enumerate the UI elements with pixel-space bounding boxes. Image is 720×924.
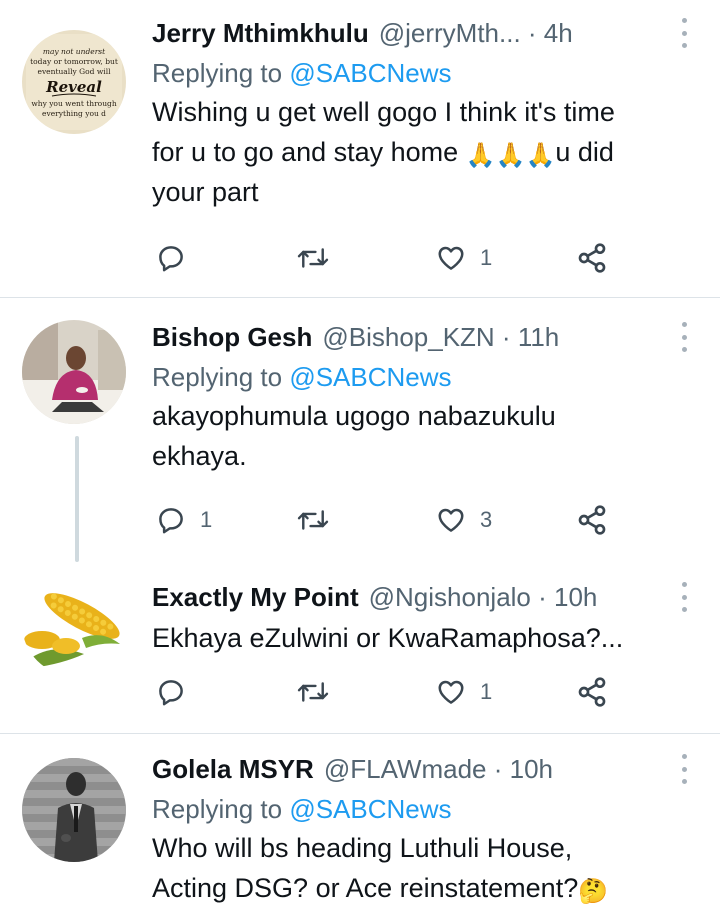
avatar[interactable] <box>22 320 126 424</box>
handle-and-time[interactable]: @Ngishonjalo · 10h <box>369 582 700 613</box>
folded-hands-emoji: 🙏🙏🙏 <box>465 142 556 169</box>
avatar-text-3: eventually God will <box>38 67 112 76</box>
avatar-text-5: why you went through <box>31 99 117 108</box>
tweet-text-line: Who will bs heading Luthuli House, <box>152 833 573 863</box>
like-count: 1 <box>480 245 493 270</box>
tweet-text-part: Acting DSG? or Ace reinstatement? <box>152 873 579 903</box>
tweet-exactly-my-point[interactable]: Exactly My Point @Ngishonjalo · 10h Ekha… <box>0 560 720 734</box>
tweet-text-line: your part <box>152 177 259 207</box>
avatar-text-4: Reveal <box>45 78 102 96</box>
avatar[interactable]: may not underst today or tomorrow, but e… <box>22 30 126 134</box>
thread-line <box>75 436 79 562</box>
tweet-text-part: u did <box>555 137 614 167</box>
heart-icon <box>438 246 464 270</box>
tweet-bishop[interactable]: Bishop Gesh @Bishop_KZN · 11h Replying t… <box>0 298 720 562</box>
tweet-header: Golela MSYR @FLAWmade · 10h <box>152 752 700 786</box>
tweet-actions: 1 3 <box>152 500 692 540</box>
retweet-button[interactable] <box>296 500 330 540</box>
avatar-text-6: everything you d <box>42 109 106 118</box>
reply-button[interactable] <box>156 672 186 712</box>
like-button[interactable]: 1 <box>436 238 492 278</box>
tweet-text-line: Ekhaya eZulwini or KwaRamaphosa?... <box>152 623 624 653</box>
like-count: 1 <box>480 679 493 704</box>
replying-to: Replying to @SABCNews <box>152 360 700 394</box>
tweet-text-line: Wishing u get well gogo I think it's tim… <box>152 97 615 127</box>
replying-prefix: Replying to <box>152 362 290 392</box>
more-icon[interactable] <box>680 582 688 612</box>
avatar[interactable] <box>22 758 126 862</box>
tweet-actions: 1 <box>152 238 692 278</box>
tweet-text: Who will bs heading Luthuli House, Actin… <box>152 828 700 908</box>
retweet-button[interactable] <box>296 238 330 278</box>
share-icon <box>578 677 606 707</box>
tweet-text-line: ekhaya. <box>152 441 247 471</box>
display-name[interactable]: Jerry Mthimkhulu <box>152 18 369 49</box>
replying-prefix: Replying to <box>152 58 290 88</box>
tweet-text-line: Acting DSG? or Ace reinstatement?🤔 <box>152 868 700 908</box>
tweet-text-line: akayophumula ugogo nabazukulu <box>152 401 556 431</box>
tweet-text: Ekhaya eZulwini or KwaRamaphosa?... <box>152 618 700 658</box>
retweet-button[interactable] <box>296 672 330 712</box>
tweet-header: Exactly My Point @Ngishonjalo · 10h <box>152 580 700 614</box>
tweet-header: Jerry Mthimkhulu @jerryMth... · 4h <box>152 16 700 50</box>
replying-to: Replying to @SABCNews <box>152 792 700 826</box>
mention-link[interactable]: @SABCNews <box>289 362 451 392</box>
like-button[interactable]: 3 <box>436 500 492 540</box>
thinking-face-emoji: 🤔 <box>578 878 609 905</box>
reply-count: 1 <box>200 507 213 532</box>
reply-icon <box>159 508 183 534</box>
retweet-icon <box>297 510 329 530</box>
like-button[interactable]: 1 <box>436 672 492 712</box>
reply-icon <box>159 680 183 706</box>
tweet-text-part: for u to go and stay home <box>152 137 466 167</box>
tweet-header: Bishop Gesh @Bishop_KZN · 11h <box>152 320 700 354</box>
more-icon[interactable] <box>680 18 688 48</box>
display-name[interactable]: Golela MSYR <box>152 754 314 785</box>
display-name[interactable]: Exactly My Point <box>152 582 359 613</box>
avatar-text-1: may not underst <box>43 47 106 56</box>
avatar-text-2: today or tomorrow, but <box>30 57 118 66</box>
tweet-text-line: for u to go and stay home 🙏🙏🙏u did <box>152 132 700 172</box>
replying-prefix: Replying to <box>152 794 290 824</box>
tweet-text: Wishing u get well gogo I think it's tim… <box>152 92 700 212</box>
share-icon <box>578 505 606 535</box>
handle-and-time[interactable]: @Bishop_KZN · 11h <box>322 322 700 353</box>
avatar[interactable] <box>22 572 126 676</box>
retweet-icon <box>297 682 329 702</box>
share-icon <box>578 243 606 273</box>
reply-button[interactable]: 1 <box>156 500 212 540</box>
heart-icon <box>438 680 464 704</box>
more-icon[interactable] <box>680 754 688 784</box>
display-name[interactable]: Bishop Gesh <box>152 322 312 353</box>
handle-and-time[interactable]: @jerryMth... · 4h <box>379 18 700 49</box>
share-button[interactable] <box>576 500 608 540</box>
replying-to: Replying to @SABCNews <box>152 56 700 90</box>
heart-icon <box>438 508 464 532</box>
more-icon[interactable] <box>680 322 688 352</box>
retweet-icon <box>297 248 329 268</box>
reply-icon <box>159 246 183 272</box>
mention-link[interactable]: @SABCNews <box>289 794 451 824</box>
tweet-golela[interactable]: Golela MSYR @FLAWmade · 10h Replying to … <box>0 734 720 924</box>
reply-feed: may not underst today or tomorrow, but e… <box>0 0 720 924</box>
tweet-actions: 1 <box>152 672 692 712</box>
share-button[interactable] <box>576 238 608 278</box>
handle-and-time[interactable]: @FLAWmade · 10h <box>324 754 700 785</box>
reply-button[interactable] <box>156 238 186 278</box>
mention-link[interactable]: @SABCNews <box>289 58 451 88</box>
share-button[interactable] <box>576 672 608 712</box>
tweet-jerry[interactable]: may not underst today or tomorrow, but e… <box>0 0 720 298</box>
tweet-text: akayophumula ugogo nabazukulu ekhaya. <box>152 396 700 476</box>
like-count: 3 <box>480 507 493 532</box>
